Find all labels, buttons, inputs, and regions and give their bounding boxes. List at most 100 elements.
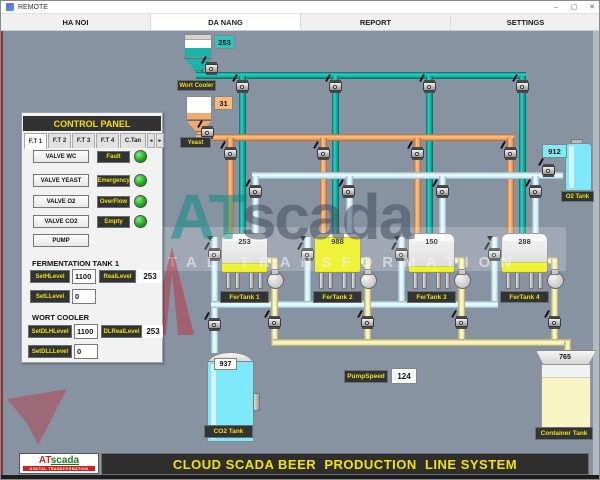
fermentation-tank-heading: FERMENTATION TANK 1: [32, 259, 120, 268]
valve-co2-out-4-icon[interactable]: [484, 236, 501, 261]
tank-level-fill: [409, 266, 454, 272]
set-dll-level-label: SetDLLLevel: [28, 345, 72, 358]
tab-da-nang[interactable]: DA NANG: [151, 14, 301, 30]
valve-wort-feed-2-icon[interactable]: [325, 74, 342, 93]
emergency-indicator-label: Emergency: [97, 175, 130, 187]
wort-hopper-cap: [185, 35, 211, 40]
valve-beer-out-3-icon[interactable]: [451, 310, 468, 329]
valve-yeast-button[interactable]: VALVE YEAST: [33, 174, 89, 187]
tank-leg: [342, 272, 347, 289]
fermentation-tank-2: 988: [314, 233, 361, 273]
cp-tab-ft4[interactable]: F.T 4: [96, 133, 119, 148]
cp-tab-ft1[interactable]: F.T 1: [24, 133, 47, 149]
o2-tank: [565, 143, 592, 191]
control-panel-tabstrip: F.T 1 F.T 2 F.T 3 F.T 4 C.Tan ◄ ►: [24, 133, 164, 149]
valve-co2-out-2-icon[interactable]: [297, 236, 314, 261]
valve-co2-out-3-icon[interactable]: [391, 236, 408, 261]
tank-level-value: 253: [238, 237, 251, 246]
beer-pump-4-icon[interactable]: [547, 269, 564, 289]
valve-yeast-feed-4-icon[interactable]: [500, 141, 517, 160]
tank-leg: [235, 272, 240, 289]
valve-wort-feed-1-icon[interactable]: [232, 74, 249, 93]
cp-tab-scroll-left-icon[interactable]: ◄: [147, 133, 155, 148]
fermentation-tank-label-3: FerTank 3: [407, 291, 456, 303]
tab-report[interactable]: REPORT: [301, 14, 451, 30]
valve-o2-button[interactable]: VALVE O2: [33, 195, 89, 208]
fermentation-tank-label-1: FerTank 1: [220, 291, 269, 303]
container-tank-headspace: [542, 365, 590, 378]
beer-pump-1-icon[interactable]: [267, 269, 284, 289]
pump-button[interactable]: PUMP: [33, 234, 89, 247]
set-dll-level-input[interactable]: [74, 344, 98, 359]
co2-level-readout: 937: [214, 358, 237, 370]
valve-o2-supply-icon[interactable]: [538, 158, 555, 177]
pump-speed-value[interactable]: 124: [391, 368, 417, 384]
valve-o2-feed-3-icon[interactable]: [432, 179, 449, 198]
valve-wort-line-icon[interactable]: [201, 56, 218, 75]
valve-yeast-feed-1-icon[interactable]: [220, 141, 237, 160]
fault-led: [134, 150, 147, 163]
tank-level-value: 150: [425, 237, 438, 246]
wort-cooler-label: Wort Cooler: [177, 80, 216, 91]
overflow-indicator-label: OverFlow: [97, 196, 130, 208]
atscada-logo-tagline: DIGITAL TRANSFORMATION: [23, 466, 95, 471]
wort-level-readout: 253: [214, 35, 235, 49]
valve-beer-out-2-icon[interactable]: [357, 310, 374, 329]
pipe-beer-main: [273, 339, 571, 346]
cp-tab-ft3[interactable]: F.T 3: [72, 133, 95, 148]
yeast-level-readout: 31: [214, 96, 233, 110]
tank-level-fill: [502, 262, 547, 272]
pipe-wort-drop-1: [239, 76, 246, 238]
close-button[interactable]: ✕: [583, 1, 599, 14]
o2-tank-highlight: [569, 146, 574, 188]
valve-wort-feed-3-icon[interactable]: [419, 74, 436, 93]
pipe-yeast-main: [196, 134, 514, 141]
valve-wc-button[interactable]: VALVE WC: [33, 150, 89, 163]
wort-hopper: [184, 34, 212, 58]
beer-pump-3-icon[interactable]: [454, 269, 471, 289]
right-edge-strip: [593, 31, 599, 475]
valve-yeast-feed-3-icon[interactable]: [407, 141, 424, 160]
co2-tank-label: CO2 Tank: [204, 425, 253, 438]
left-edge-strip: [1, 31, 3, 475]
valve-co2-button[interactable]: VALVE CO2: [33, 215, 89, 228]
app-icon: [6, 3, 14, 11]
fermentation-tank-label-2: FerTank 2: [313, 291, 362, 303]
minimize-button[interactable]: –: [547, 1, 565, 14]
set-dlh-level-input[interactable]: [74, 324, 98, 339]
tank-leg: [226, 272, 231, 289]
valve-o2-feed-2-icon[interactable]: [338, 179, 355, 198]
tank-leg: [328, 272, 333, 289]
fermentation-tank-1: 253: [221, 233, 268, 273]
valve-co2-out-1-icon[interactable]: [204, 236, 221, 261]
tab-settings[interactable]: SETTINGS: [451, 14, 599, 30]
tab-ha-noi[interactable]: HA NOI: [1, 14, 151, 30]
set-h-level-input[interactable]: [72, 269, 96, 284]
yeast-label: Yeast: [180, 137, 211, 148]
valve-o2-feed-4-icon[interactable]: [525, 179, 542, 198]
tank-leg: [258, 272, 263, 289]
cp-tab-ctan[interactable]: C.Tan: [120, 133, 146, 148]
tank-level-value: 288: [518, 237, 531, 246]
tank-leg: [538, 272, 543, 289]
valve-co2-main-icon[interactable]: [204, 312, 221, 331]
valve-wort-feed-4-icon[interactable]: [512, 74, 529, 93]
tank-leg: [529, 272, 534, 289]
yeast-hopper-fill: [187, 113, 211, 119]
valve-o2-feed-1-icon[interactable]: [245, 179, 262, 198]
valve-beer-out-4-icon[interactable]: [544, 310, 561, 329]
bottom-strip: [1, 475, 599, 479]
container-tank: [541, 364, 591, 428]
real-level-value: 253: [138, 270, 162, 283]
set-h-level-label: SetHLevel: [30, 270, 70, 283]
valve-yeast-feed-2-icon[interactable]: [313, 141, 330, 160]
fermentation-tank-label-4: FerTank 4: [500, 291, 549, 303]
set-l-level-input[interactable]: [72, 289, 96, 304]
control-panel-title: CONTROL PANEL: [23, 116, 161, 131]
cp-tab-scroll-right-icon[interactable]: ►: [156, 133, 164, 148]
beer-pump-2-icon[interactable]: [360, 269, 377, 289]
maximize-button[interactable]: ▢: [565, 1, 583, 14]
cp-tab-ft2[interactable]: F.T 2: [48, 133, 71, 148]
valve-beer-out-1-icon[interactable]: [264, 310, 281, 329]
control-panel: CONTROL PANEL F.T 1 F.T 2 F.T 3 F.T 4 C.…: [21, 112, 164, 363]
